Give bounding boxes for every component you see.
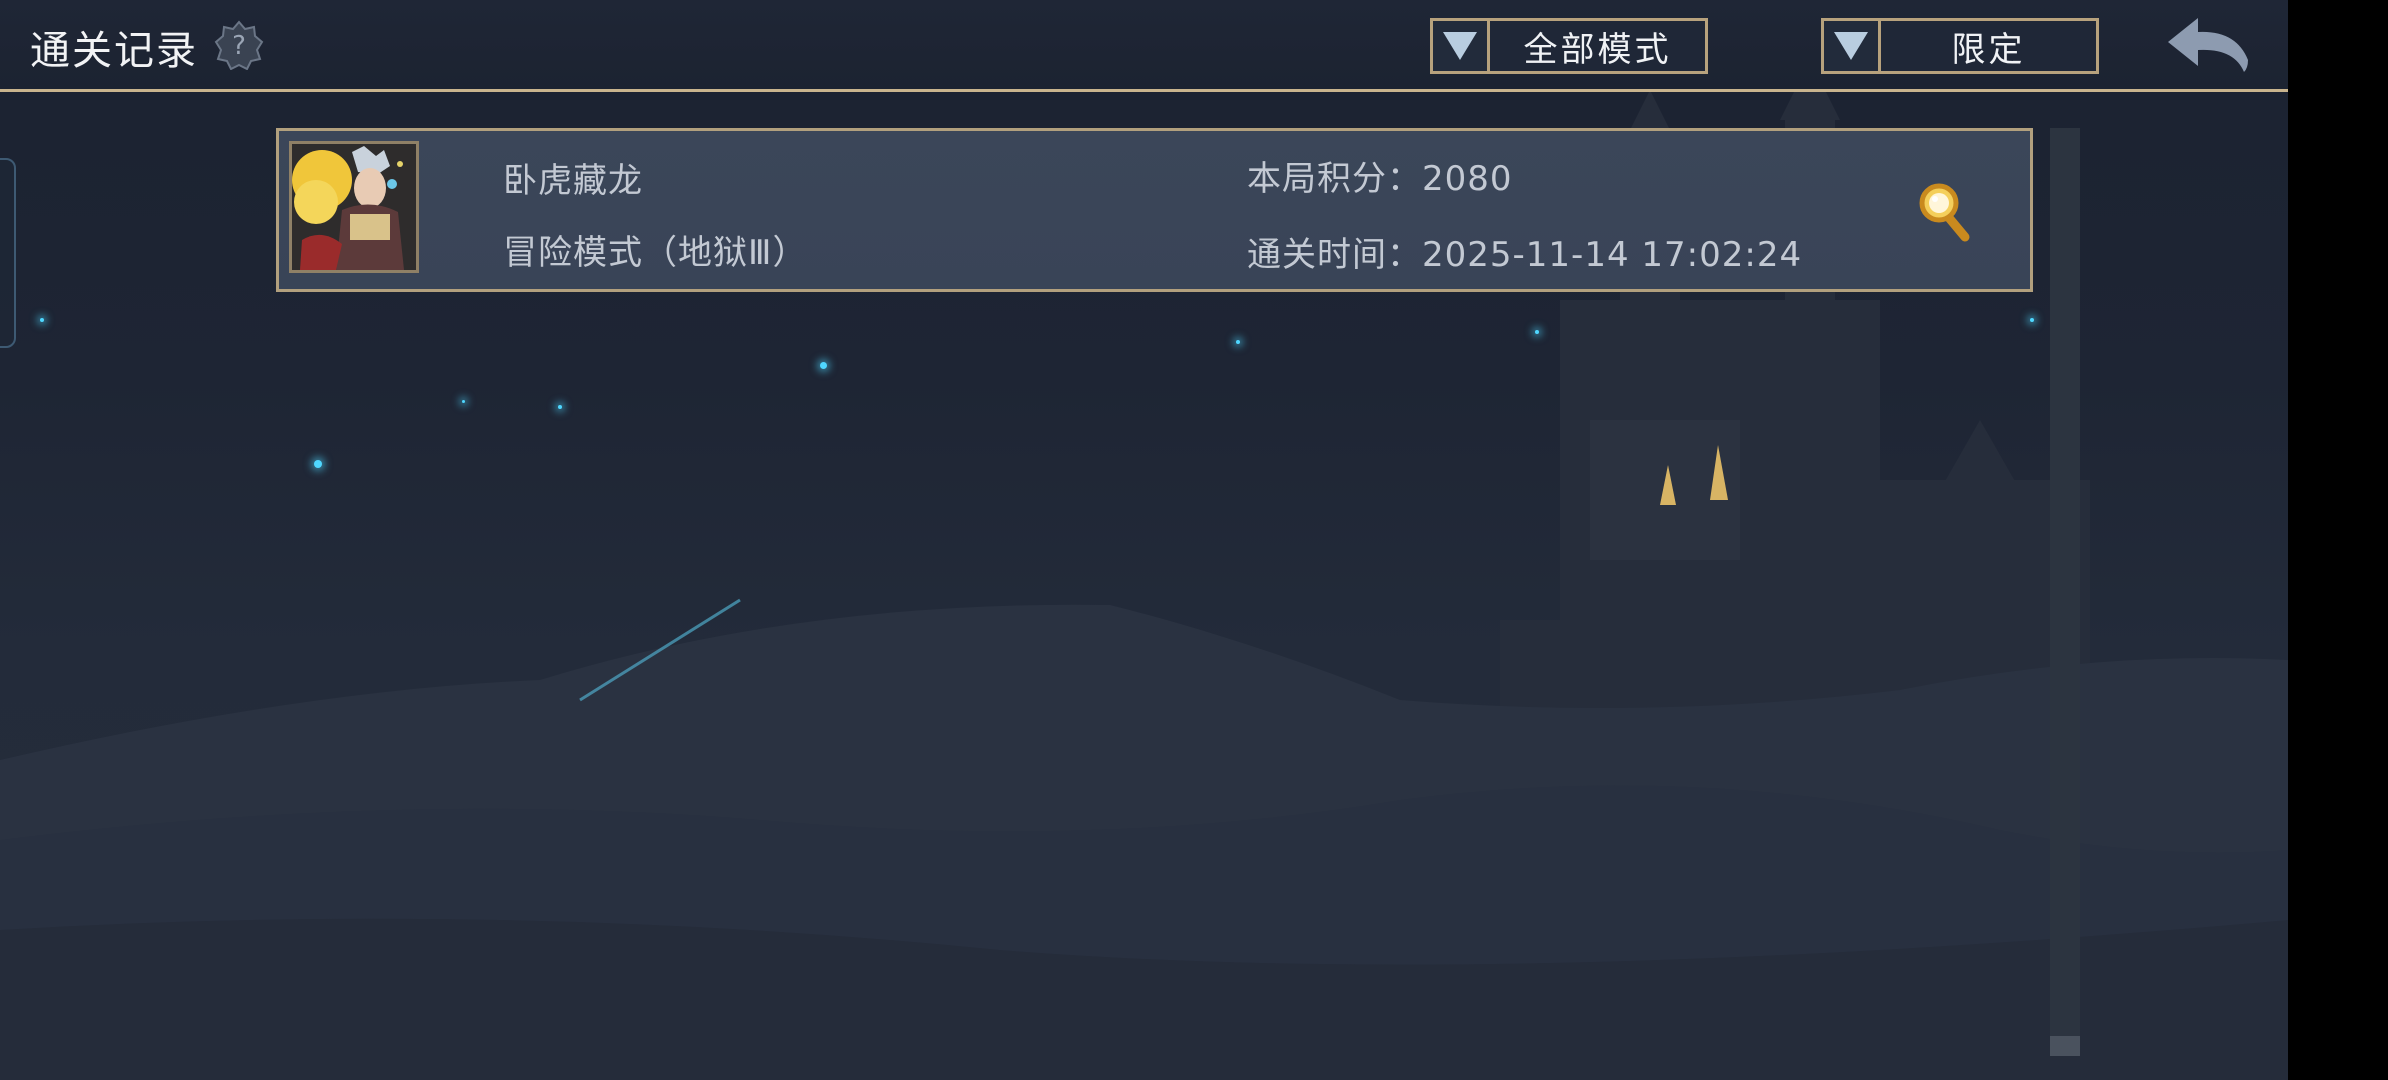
header-divider <box>0 89 2288 92</box>
screen-edge-bar <box>2288 0 2388 1080</box>
star-decoration <box>820 362 827 369</box>
hero-avatar <box>289 141 419 273</box>
top-bar: 通关记录 ? 全部模式 限定 <box>0 0 2288 90</box>
limit-filter-label: 限定 <box>1951 29 2026 70</box>
view-record-button[interactable] <box>1917 179 1975 245</box>
magnifier-icon <box>1919 183 1970 242</box>
list-scrollbar-thumb[interactable] <box>2050 1036 2080 1056</box>
record-clear-time: 通关时间：2025-11-14 17:02:24 <box>1247 235 1803 275</box>
side-drawer-tab[interactable] <box>0 158 16 348</box>
triangle-down-icon <box>1834 32 1868 60</box>
back-arrow-icon <box>2168 18 2248 72</box>
help-button[interactable]: ? <box>214 20 264 71</box>
star-decoration <box>1535 330 1539 334</box>
back-button[interactable] <box>2164 14 2254 76</box>
star-decoration <box>40 318 44 322</box>
triangle-down-icon <box>1443 32 1477 60</box>
star-decoration <box>1236 340 1240 344</box>
svg-text:?: ? <box>232 31 246 61</box>
list-scrollbar-track[interactable] <box>2050 128 2080 1056</box>
mode-filter-dropdown[interactable]: 全部模式 <box>1430 18 1708 74</box>
star-decoration <box>558 405 562 409</box>
record-list-item[interactable]: 卧虎藏龙 冒险模式（地狱Ⅲ） 本局积分：2080 通关时间：2025-11-14… <box>276 128 2033 292</box>
record-mode: 冒险模式（地狱Ⅲ） <box>503 233 808 273</box>
limit-filter-dropdown[interactable]: 限定 <box>1821 18 2099 74</box>
record-stage-name: 卧虎藏龙 <box>503 161 643 201</box>
question-badge-icon: ? <box>214 20 264 71</box>
hero-portrait-icon <box>292 144 416 270</box>
limit-filter-arrow <box>1824 21 1881 71</box>
mode-filter-label: 全部模式 <box>1523 29 1672 70</box>
page-title: 通关记录 <box>30 28 198 74</box>
star-decoration <box>314 460 322 468</box>
game-screen: 通关记录 ? 全部模式 限定 卧虎藏龙 冒险模式（地狱Ⅲ） 本局积分：2080 … <box>0 0 2288 1080</box>
star-decoration <box>2030 318 2034 322</box>
mode-filter-arrow <box>1433 21 1490 71</box>
star-decoration <box>462 400 465 403</box>
record-score: 本局积分：2080 <box>1247 159 1513 199</box>
